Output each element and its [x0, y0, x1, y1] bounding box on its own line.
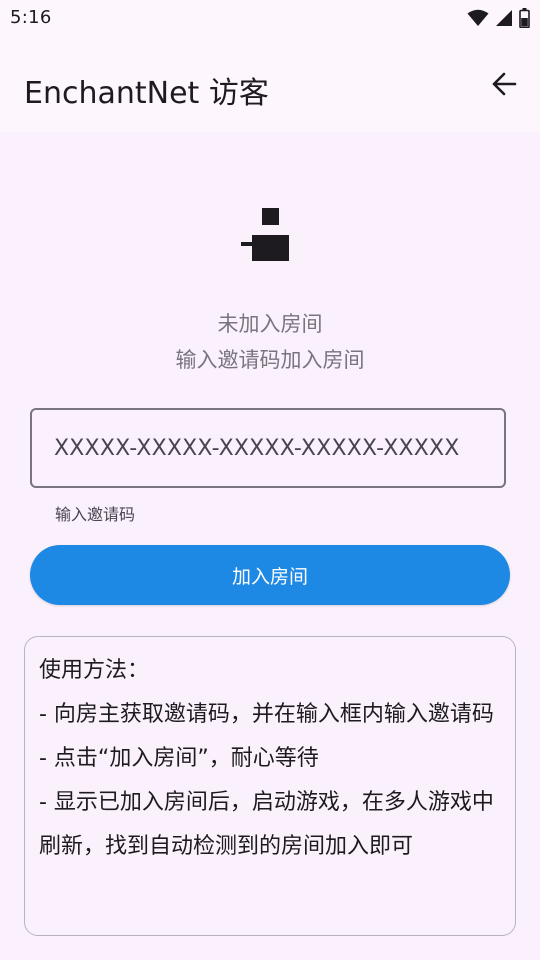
- guest-content: 未加入房间 输入邀请码加入房间 输入邀请码 加入房间 使用方法： - 向房主获取…: [0, 132, 540, 960]
- status-time: 5:16: [10, 7, 52, 28]
- usage-step: - 向房主获取邀请码，并在输入框内输入邀请码: [39, 702, 494, 727]
- room-hint-text: 输入邀请码加入房间: [175, 348, 365, 372]
- signal-icon: [496, 10, 512, 26]
- usage-step: - 点击“加入房间”，耐心等待: [39, 746, 319, 771]
- usage-title: 使用方法：: [39, 658, 150, 683]
- join-room-button[interactable]: 加入房间: [30, 545, 510, 605]
- room-status-text: 未加入房间: [217, 312, 323, 336]
- back-button[interactable]: [486, 66, 522, 102]
- invite-code-helper: 输入邀请码: [55, 505, 136, 524]
- arrow-left-icon: [492, 72, 517, 96]
- status-icons: [467, 8, 530, 28]
- app-bar: EnchantNet 访客: [0, 36, 540, 132]
- app-title: EnchantNet 访客: [24, 76, 269, 111]
- status-bar: 5:16: [0, 0, 540, 36]
- usage-step: - 显示已加入房间后，启动游戏，在多人游戏中刷新，找到自动检测到的房间加入即可: [39, 790, 494, 859]
- room-icon: [241, 208, 289, 261]
- battery-icon: [519, 8, 530, 28]
- invite-code-field[interactable]: [30, 408, 506, 488]
- invite-code-input[interactable]: [32, 435, 504, 461]
- wifi-icon: [467, 9, 489, 26]
- usage-card: 使用方法： - 向房主获取邀请码，并在输入框内输入邀请码 - 点击“加入房间”，…: [24, 636, 516, 936]
